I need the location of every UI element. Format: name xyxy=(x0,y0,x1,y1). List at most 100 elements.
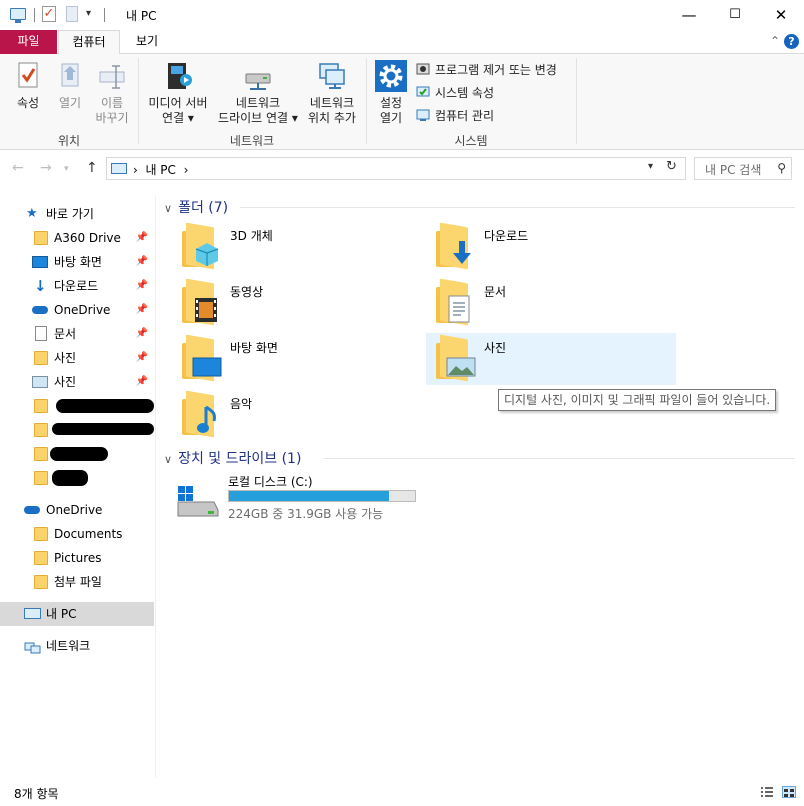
nav-item-redacted[interactable] xyxy=(0,442,154,466)
download-icon: ↓ xyxy=(34,277,47,295)
onedrive-icon xyxy=(24,506,40,514)
pin-icon[interactable]: 📌 xyxy=(136,298,148,322)
drive-usage-bar xyxy=(228,490,416,502)
forward-arrow-icon[interactable]: → xyxy=(40,160,52,176)
nav-item-redacted[interactable] xyxy=(0,466,154,490)
details-view-icon[interactable] xyxy=(760,786,774,798)
pin-icon[interactable]: 📌 xyxy=(136,250,148,274)
media-server-icon xyxy=(162,60,194,92)
collapse-ribbon-icon[interactable]: ⌃ xyxy=(770,34,780,48)
address-dropdown-icon[interactable]: ▾ xyxy=(648,161,653,172)
group-separator xyxy=(576,58,577,144)
rename-icon xyxy=(96,60,128,92)
pin-icon[interactable]: 📌 xyxy=(136,226,148,250)
nav-item-onedrive-pinned[interactable]: OneDrive 📌 xyxy=(0,298,154,322)
customize-quick-access-dropdown[interactable]: ▾ xyxy=(86,8,91,26)
system-properties-button[interactable]: 시스템 속성 xyxy=(416,83,494,103)
section-divider xyxy=(240,207,795,208)
pictures-icon xyxy=(32,376,48,388)
document-icon xyxy=(35,326,47,341)
system-properties-icon xyxy=(416,85,430,99)
uninstall-icon xyxy=(416,62,430,76)
folder-icon xyxy=(34,351,48,365)
uninstall-program-button[interactable]: 프로그램 제거 또는 변경 xyxy=(416,60,557,80)
nav-item-onedrive-attachments[interactable]: 첨부 파일 xyxy=(0,570,154,594)
nav-item-redacted[interactable] xyxy=(0,394,154,418)
open-settings-button[interactable]: 설정 열기 xyxy=(372,60,410,126)
tab-file[interactable]: 파일 xyxy=(0,30,57,54)
nav-item-desktop[interactable]: 바탕 화면 📌 xyxy=(0,250,154,274)
drive-local-disk-c[interactable]: 로컬 디스크 (C:) 224GB 중 31.9GB 사용 가능 xyxy=(170,470,430,526)
up-arrow-icon[interactable]: ↑ xyxy=(86,160,98,176)
pin-icon[interactable]: 📌 xyxy=(136,322,148,346)
this-pc-icon xyxy=(10,8,26,23)
nav-item-photos-folder[interactable]: 사진 📌 xyxy=(0,346,154,370)
properties-button[interactable]: 속성 xyxy=(8,60,48,111)
network-location-icon xyxy=(316,60,348,92)
help-icon[interactable]: ? xyxy=(784,34,799,49)
add-network-location-button[interactable]: 네트워크 위치 추가 xyxy=(304,60,360,126)
folder-videos[interactable]: 동영상 xyxy=(172,277,422,329)
folder-icon xyxy=(182,278,222,326)
nav-item-pictures[interactable]: 사진 📌 xyxy=(0,370,154,394)
folder-icon xyxy=(34,423,48,437)
folder-documents[interactable]: 문서 xyxy=(426,277,676,329)
chevron-down-icon: ∨ xyxy=(164,202,173,215)
address-bar[interactable]: › 내 PC › xyxy=(106,157,686,180)
nav-quick-access[interactable]: ★ 바로 가기 xyxy=(0,202,154,226)
nav-item-redacted[interactable] xyxy=(0,418,154,442)
pin-icon[interactable]: 📌 xyxy=(136,370,148,394)
back-arrow-icon[interactable]: ← xyxy=(12,160,24,176)
maximize-button[interactable]: ☐ xyxy=(712,0,758,30)
nav-item-documents[interactable]: 문서 📌 xyxy=(0,322,154,346)
properties-icon xyxy=(12,60,44,92)
redacted-label xyxy=(56,399,154,413)
pin-icon[interactable]: 📌 xyxy=(136,346,148,370)
folder-pictures[interactable]: 사진 xyxy=(426,333,676,385)
network-icon xyxy=(24,639,41,654)
nav-network[interactable]: 네트워크 xyxy=(0,634,154,658)
large-icons-view-icon[interactable] xyxy=(782,786,796,798)
nav-this-pc[interactable]: 내 PC xyxy=(0,602,154,626)
computer-management-button[interactable]: 컴퓨터 관리 xyxy=(416,106,494,126)
group-label-system: 시스템 xyxy=(454,134,488,148)
nav-onedrive[interactable]: OneDrive xyxy=(0,498,154,522)
tab-view[interactable]: 보기 xyxy=(124,30,170,54)
folder-music[interactable]: 음악 xyxy=(172,389,422,441)
media-server-button[interactable]: 미디어 서버 연결 ▾ xyxy=(144,60,212,126)
tab-computer[interactable]: 컴퓨터 xyxy=(58,30,120,55)
section-divider xyxy=(324,458,795,459)
rename-button[interactable]: 이름 바꾸기 xyxy=(90,60,134,126)
breadcrumb[interactable]: › 내 PC › xyxy=(133,161,188,178)
new-folder-quick-icon[interactable] xyxy=(66,6,78,22)
3d-objects-icon xyxy=(195,243,219,266)
group-label-location: 위치 xyxy=(57,134,81,148)
chevron-down-icon: ∨ xyxy=(164,453,173,466)
redacted-label xyxy=(50,447,108,461)
drive-usage-fill xyxy=(229,491,389,501)
nav-item-onedrive-documents[interactable]: Documents xyxy=(0,522,154,546)
nav-item-onedrive-pictures[interactable]: Pictures xyxy=(0,546,154,570)
recent-locations-chevron-icon[interactable]: ▾ xyxy=(64,164,69,174)
folder-icon xyxy=(34,231,48,245)
properties-quick-icon[interactable]: ✓ xyxy=(42,6,56,22)
drives-section-header[interactable]: ∨ 장치 및 드라이브 (1) xyxy=(164,448,301,468)
folder-desktop[interactable]: 바탕 화면 xyxy=(172,333,422,385)
folders-section-header[interactable]: ∨ 폴더 (7) xyxy=(164,197,228,217)
search-input[interactable]: 내 PC 검색 ⚲ xyxy=(694,157,792,180)
map-network-drive-button[interactable]: 네트워크 드라이브 연결 ▾ xyxy=(214,60,302,126)
folder-downloads[interactable]: 다운로드 xyxy=(426,221,676,273)
redacted-label xyxy=(52,423,154,435)
ribbon-tabs: 파일 컴퓨터 보기 ⌃ ? xyxy=(0,30,804,55)
minimize-button[interactable]: — xyxy=(666,0,712,30)
desktop-icon xyxy=(32,256,48,268)
folder-icon xyxy=(436,278,476,326)
refresh-icon[interactable]: ↻ xyxy=(666,159,677,174)
nav-item-a360-drive[interactable]: A360 Drive 📌 xyxy=(0,226,154,250)
pin-icon[interactable]: 📌 xyxy=(136,274,148,298)
close-button[interactable]: ✕ xyxy=(758,0,804,30)
nav-item-downloads[interactable]: ↓ 다운로드 📌 xyxy=(0,274,154,298)
folder-3d-objects[interactable]: 3D 개체 xyxy=(172,221,422,273)
open-button[interactable]: 열기 xyxy=(52,60,88,111)
star-icon: ★ xyxy=(26,206,38,221)
